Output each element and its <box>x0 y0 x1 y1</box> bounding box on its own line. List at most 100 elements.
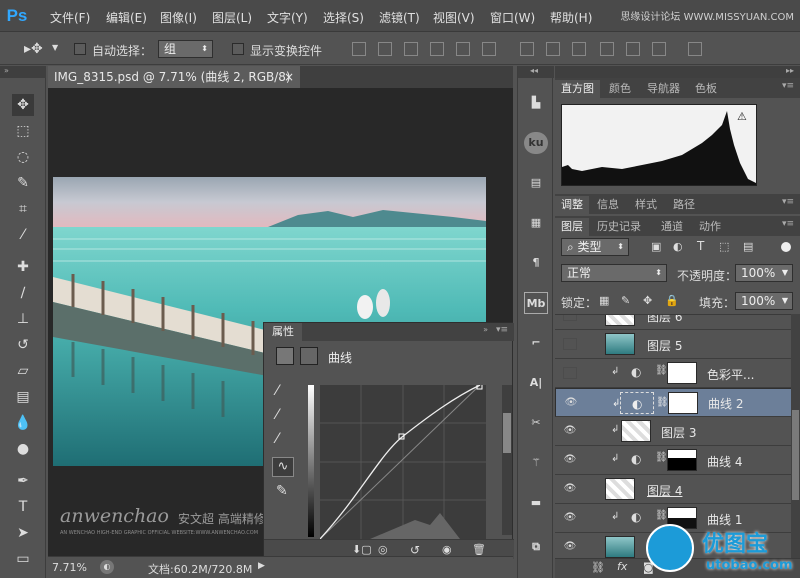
status-menu-arrow-icon[interactable]: ▶ <box>258 561 265 571</box>
paragraph-panel-icon[interactable]: ¶ <box>524 252 548 274</box>
status-info-icon[interactable]: ◐ <box>100 560 114 574</box>
mask-icon[interactable] <box>300 347 318 365</box>
panel-menu-icon[interactable]: ▾≡ <box>782 81 794 91</box>
kuler-panel-icon[interactable]: ku <box>524 132 548 154</box>
eyedropper-gray-icon[interactable]: ⁄ <box>276 407 278 423</box>
history-brush-tool-icon[interactable]: ↺ <box>12 334 34 356</box>
eye-icon[interactable]: 👁 <box>563 512 577 524</box>
delete-icon[interactable]: 🗑 <box>472 543 486 556</box>
opacity-input[interactable]: 100% ▼ <box>735 264 793 282</box>
fx-icon[interactable]: fx <box>617 560 627 573</box>
panel-menu-icon[interactable]: ▾≡ <box>782 197 794 207</box>
collapse-icon[interactable]: » <box>0 66 46 78</box>
distribute-vcenter-icon[interactable] <box>546 42 560 56</box>
gradient-tool-icon[interactable]: ▤ <box>12 386 34 408</box>
swatches-panel-icon[interactable]: ▦ <box>524 212 548 234</box>
layer-row[interactable]: 图层 5 <box>555 330 791 359</box>
distribute-hcenter-icon[interactable] <box>626 42 640 56</box>
filter-toggle[interactable] <box>781 242 791 252</box>
lock-transparency-icon[interactable]: ▦ <box>599 294 609 307</box>
lock-all-icon[interactable]: 🔒 <box>665 294 679 307</box>
shape-tool-icon[interactable]: ▭ <box>12 548 34 570</box>
tab-history[interactable]: 历史记录 <box>591 218 647 236</box>
eyedropper-white-icon[interactable]: ⁄ <box>276 383 278 399</box>
tab-channels[interactable]: 通道 <box>655 218 689 236</box>
tab-styles[interactable]: 样式 <box>629 196 663 214</box>
tab-paths[interactable]: 路径 <box>667 196 701 214</box>
filter-type-icon[interactable]: T <box>697 239 704 253</box>
menu-view[interactable]: 视图(V) <box>433 9 475 26</box>
auto-align-icon[interactable] <box>688 42 702 56</box>
collapse-icon[interactable]: » <box>483 325 488 334</box>
visibility-icon[interactable]: ◉ <box>442 543 452 556</box>
distribute-top-icon[interactable] <box>520 42 534 56</box>
tab-layers[interactable]: 图层 <box>555 218 589 236</box>
filter-adjustment-icon[interactable]: ◐ <box>673 240 683 253</box>
pen-tool-icon[interactable]: ✒ <box>12 470 34 492</box>
fill-input[interactable]: 100% ▼ <box>735 292 793 310</box>
layer-row[interactable]: 👁 ↲ ◐ ⛓ 曲线 4 <box>555 446 791 475</box>
reset-icon[interactable]: ↺ <box>410 543 420 557</box>
layer-row[interactable]: ↲ ◐ ⛓ 色彩平... <box>555 359 791 388</box>
layer-row[interactable]: 图层 6 <box>555 315 791 330</box>
brush-panel-icon[interactable]: ⚚ <box>524 452 548 474</box>
eye-icon[interactable]: 👁 <box>563 483 577 495</box>
visibility-toggle[interactable] <box>563 338 577 350</box>
filter-shape-icon[interactable]: ⬚ <box>719 240 729 253</box>
eraser-tool-icon[interactable]: ▱ <box>12 360 34 382</box>
auto-select-checkbox[interactable] <box>74 43 86 55</box>
eyedropper-tool-icon[interactable]: ⁄ <box>12 224 34 246</box>
history-panel-icon[interactable]: ▙ <box>524 92 548 114</box>
auto-select-dropdown[interactable]: 组 ⬍ <box>158 40 213 58</box>
distribute-bottom-icon[interactable] <box>572 42 586 56</box>
layer-row[interactable]: 👁 图层 4 <box>555 475 791 504</box>
collapse-icon[interactable]: ◂◂ <box>518 66 554 78</box>
healing-brush-tool-icon[interactable]: ✚ <box>12 256 34 278</box>
notes-panel-icon[interactable]: ▤ <box>524 172 548 194</box>
tab-info[interactable]: 信息 <box>591 196 625 214</box>
align-left-icon[interactable] <box>430 42 444 56</box>
align-vcenter-icon[interactable] <box>378 42 392 56</box>
lasso-tool-icon[interactable]: ◌ <box>12 146 34 168</box>
path-select-tool-icon[interactable]: ➤ <box>12 522 34 544</box>
visibility-toggle[interactable] <box>563 367 577 379</box>
tab-actions[interactable]: 动作 <box>693 218 727 236</box>
eye-icon[interactable]: 👁 <box>563 454 577 466</box>
warning-icon[interactable]: ⚠ <box>737 110 747 123</box>
eye-icon[interactable]: 👁 <box>563 541 577 553</box>
tab-histogram[interactable]: 直方图 <box>555 80 600 98</box>
tab-color[interactable]: 颜色 <box>603 80 637 98</box>
mini-bridge-icon[interactable]: Mb <box>524 292 548 314</box>
align-hcenter-icon[interactable] <box>456 42 470 56</box>
menu-select[interactable]: 选择(S) <box>323 9 364 26</box>
zoom-level[interactable]: 7.71% <box>52 561 87 574</box>
character-panel-icon[interactable]: A| <box>524 372 548 394</box>
tool-preset-dropdown-icon[interactable]: ▼ <box>52 43 58 52</box>
align-bottom-icon[interactable] <box>404 42 418 56</box>
eye-icon[interactable]: 👁 <box>564 397 578 409</box>
layer-row-selected[interactable]: 👁 ↲ ◐ ⛓ 曲线 2 <box>555 388 791 417</box>
brush-presets-icon[interactable]: ⌐ <box>524 332 548 354</box>
document-tab[interactable]: IMG_8315.psd @ 7.71% (曲线 2, RGB/8) * × <box>48 66 300 106</box>
crop-tool-icon[interactable]: ⌗ <box>12 198 34 220</box>
pencil-tool-icon[interactable]: ✎ <box>276 483 288 499</box>
blur-tool-icon[interactable]: 💧 <box>12 412 34 434</box>
menu-filter[interactable]: 滤镜(T) <box>379 9 420 26</box>
menu-image[interactable]: 图像(I) <box>160 9 197 26</box>
layer-row[interactable]: 👁 ↲ 图层 3 <box>555 417 791 446</box>
close-tab-icon[interactable]: × <box>284 66 294 88</box>
tool-presets-icon[interactable]: ✂ <box>524 412 548 434</box>
menu-window[interactable]: 窗口(W) <box>490 9 535 26</box>
visibility-toggle[interactable] <box>563 315 577 321</box>
menu-edit[interactable]: 编辑(E) <box>106 9 147 26</box>
marquee-tool-icon[interactable]: ⬚ <box>12 120 34 142</box>
collapse-icon[interactable]: ▸▸ <box>555 66 800 78</box>
dodge-tool-icon[interactable]: ● <box>12 438 34 460</box>
brush-tool-icon[interactable]: ∕ <box>12 282 34 304</box>
align-top-icon[interactable] <box>352 42 366 56</box>
move-tool-icon[interactable]: ▸✥ <box>24 41 43 57</box>
align-right-icon[interactable] <box>482 42 496 56</box>
filter-smart-object-icon[interactable]: ▤ <box>743 240 753 253</box>
panel-menu-icon[interactable]: ▾≡ <box>496 325 508 335</box>
3d-panel-icon[interactable]: ⧉ <box>524 536 548 558</box>
